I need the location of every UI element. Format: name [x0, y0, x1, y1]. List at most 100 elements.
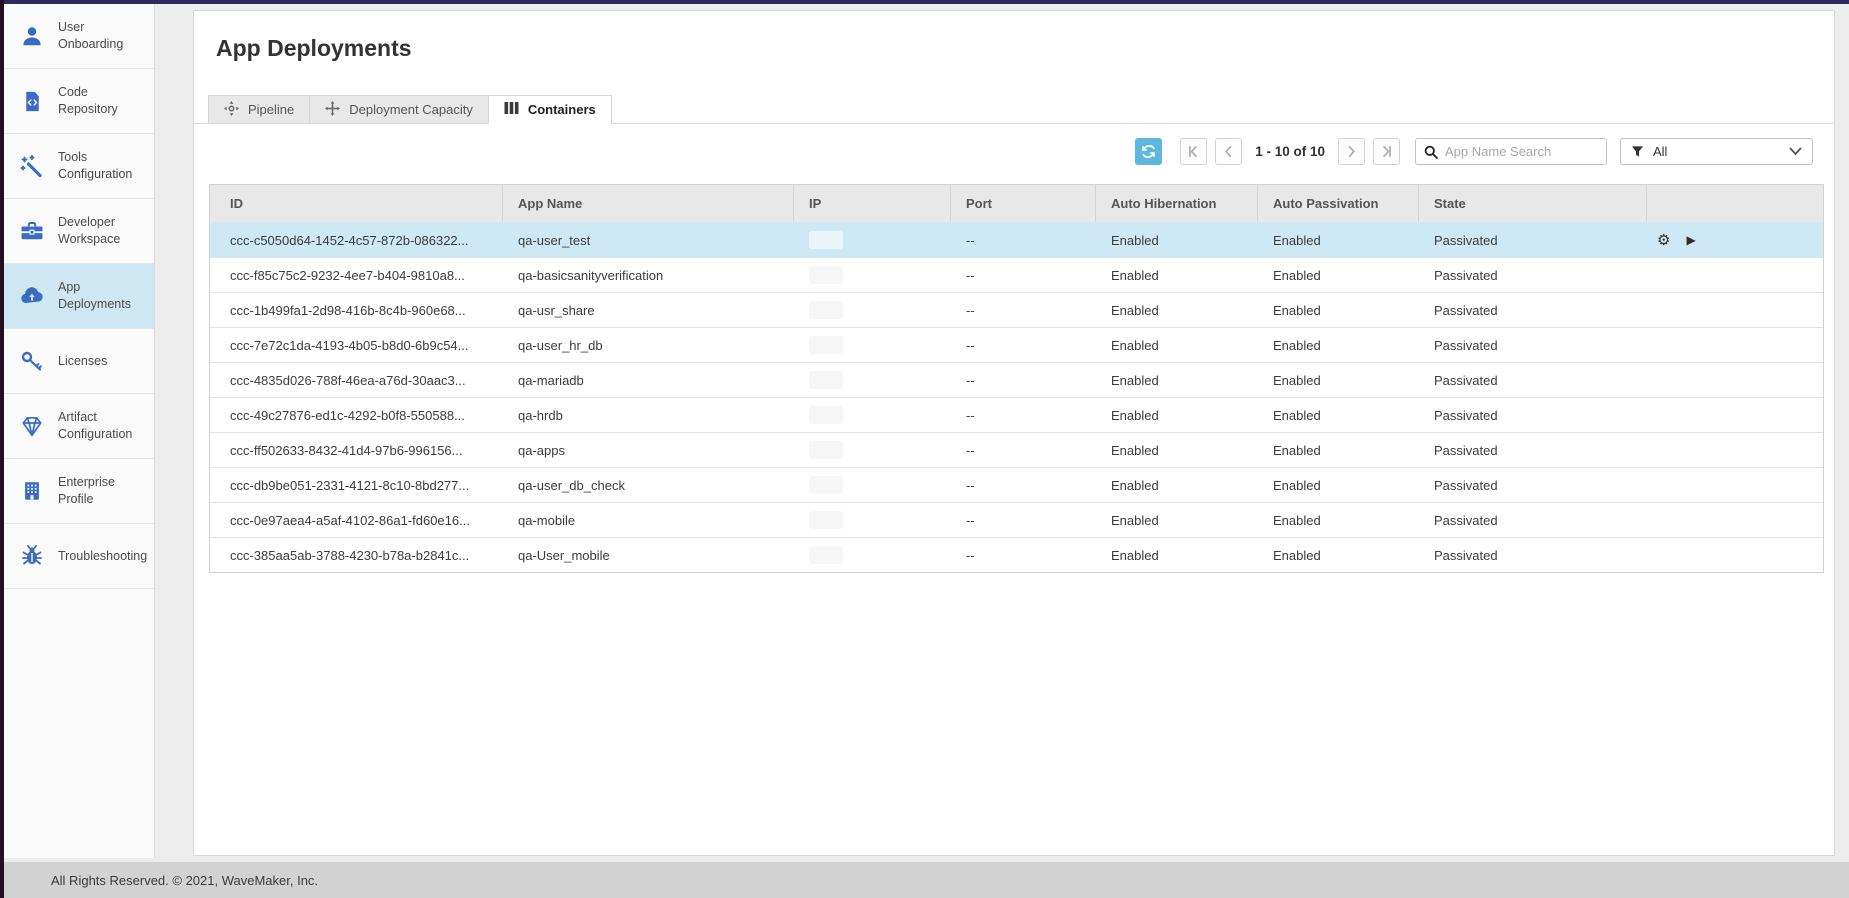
- sidebar-item-tools-configuration[interactable]: Tools Configuration: [4, 134, 154, 199]
- cell-id: ccc-ff502633-8432-41d4-97b6-996156...: [210, 433, 503, 467]
- last-page-button[interactable]: [1373, 138, 1400, 165]
- key-icon: [19, 348, 45, 374]
- table-row[interactable]: ccc-f85c75c2-9232-4ee7-b404-9810a8...qa-…: [210, 257, 1823, 292]
- column-header-state: State: [1419, 185, 1647, 222]
- table-row[interactable]: ccc-ff502633-8432-41d4-97b6-996156...qa-…: [210, 432, 1823, 467]
- cell-actions: [1647, 258, 1823, 292]
- sidebar-item-developer-workspace[interactable]: Developer Workspace: [4, 199, 154, 264]
- sidebar-item-code-repository[interactable]: Code Repository: [4, 69, 154, 134]
- ip-empty-indicator: [809, 476, 843, 494]
- cell-ip: [794, 398, 951, 432]
- settings-gear-icon[interactable]: ⚙: [1657, 233, 1670, 248]
- filter-selected-value: All: [1653, 144, 1667, 159]
- cell-auto-passivation: Enabled: [1258, 538, 1419, 572]
- first-page-button[interactable]: [1180, 138, 1207, 165]
- cell-state: Passivated: [1419, 503, 1647, 537]
- containers-table: ID App Name IP Port Auto Hibernation Aut…: [209, 184, 1824, 573]
- table-row[interactable]: ccc-1b499fa1-2d98-416b-8c4b-960e68...qa-…: [210, 292, 1823, 327]
- column-header-port: Port: [951, 185, 1096, 222]
- tab-pipeline[interactable]: Pipeline: [208, 95, 309, 124]
- cell-port: --: [951, 328, 1096, 362]
- tab-label: Pipeline: [248, 102, 294, 117]
- cell-auto-hibernation: Enabled: [1096, 328, 1258, 362]
- cell-auto-hibernation: Enabled: [1096, 538, 1258, 572]
- cell-app-name: qa-mobile: [503, 503, 794, 537]
- cell-port: --: [951, 293, 1096, 327]
- column-header-id: ID: [210, 185, 503, 222]
- cell-ip: [794, 293, 951, 327]
- previous-page-button[interactable]: [1215, 138, 1242, 165]
- cell-id: ccc-db9be051-2331-4121-8c10-8bd277...: [210, 468, 503, 502]
- sidebar-item-app-deployments[interactable]: App Deployments: [4, 264, 154, 329]
- cell-ip: [794, 258, 951, 292]
- cell-state: Passivated: [1419, 363, 1647, 397]
- ip-empty-indicator: [809, 266, 843, 284]
- search-icon: [1424, 145, 1438, 159]
- cell-auto-hibernation: Enabled: [1096, 503, 1258, 537]
- next-page-button[interactable]: [1338, 138, 1365, 165]
- cell-id: ccc-1b499fa1-2d98-416b-8c4b-960e68...: [210, 293, 503, 327]
- column-header-auto-hibernation: Auto Hibernation: [1096, 185, 1258, 222]
- cell-id: ccc-f85c75c2-9232-4ee7-b404-9810a8...: [210, 258, 503, 292]
- cell-actions: [1647, 538, 1823, 572]
- table-row[interactable]: ccc-49c27876-ed1c-4292-b0f8-550588...qa-…: [210, 397, 1823, 432]
- filter-dropdown[interactable]: All: [1620, 138, 1813, 165]
- table-row[interactable]: ccc-c5050d64-1452-4c57-872b-086322...qa-…: [210, 222, 1823, 257]
- cell-id: ccc-49c27876-ed1c-4292-b0f8-550588...: [210, 398, 503, 432]
- run-play-icon[interactable]: ▶: [1686, 234, 1695, 246]
- cell-auto-hibernation: Enabled: [1096, 258, 1258, 292]
- table-body: ccc-c5050d64-1452-4c57-872b-086322...qa-…: [210, 222, 1823, 572]
- sidebar-item-enterprise-profile[interactable]: Enterprise Profile: [4, 459, 154, 524]
- table-row[interactable]: ccc-7e72c1da-4193-4b05-b8d0-6b9c54...qa-…: [210, 327, 1823, 362]
- cell-port: --: [951, 363, 1096, 397]
- sidebar-item-label: Tools Configuration: [58, 149, 148, 183]
- cell-app-name: qa-user_db_check: [503, 468, 794, 502]
- sidebar-item-artifact-configuration[interactable]: Artifact Configuration: [4, 394, 154, 459]
- cell-id: ccc-385aa5ab-3788-4230-b78a-b2841c...: [210, 538, 503, 572]
- cell-auto-hibernation: Enabled: [1096, 223, 1258, 257]
- cell-actions: [1647, 293, 1823, 327]
- cell-auto-hibernation: Enabled: [1096, 363, 1258, 397]
- table-header: ID App Name IP Port Auto Hibernation Aut…: [210, 185, 1823, 222]
- sidebar-item-licenses[interactable]: Licenses: [4, 329, 154, 394]
- sidebar-item-user-onboarding[interactable]: User Onboarding: [4, 4, 154, 69]
- copyright-text: All Rights Reserved. © 2021, WaveMaker, …: [51, 873, 318, 888]
- tab-bar: Pipeline Deployment Capacity Containers: [208, 95, 612, 124]
- table-row[interactable]: ccc-385aa5ab-3788-4230-b78a-b2841c...qa-…: [210, 537, 1823, 572]
- cell-actions: [1647, 468, 1823, 502]
- cell-port: --: [951, 258, 1096, 292]
- cell-id: ccc-c5050d64-1452-4c57-872b-086322...: [210, 223, 503, 257]
- cell-auto-passivation: Enabled: [1258, 398, 1419, 432]
- cell-id: ccc-7e72c1da-4193-4b05-b8d0-6b9c54...: [210, 328, 503, 362]
- ip-empty-indicator: [809, 371, 843, 389]
- sidebar-item-label: Developer Workspace: [58, 214, 148, 248]
- ip-empty-indicator: [809, 511, 843, 529]
- sidebar-item-label: Code Repository: [58, 84, 148, 118]
- cell-auto-passivation: Enabled: [1258, 503, 1419, 537]
- main-panel: App Deployments Pipeline Deployment Capa…: [193, 10, 1835, 856]
- cell-ip: [794, 538, 951, 572]
- sidebar-item-label: Licenses: [58, 353, 107, 370]
- table-row[interactable]: ccc-db9be051-2331-4121-8c10-8bd277...qa-…: [210, 467, 1823, 502]
- user-icon: [19, 23, 45, 49]
- cell-ip: [794, 363, 951, 397]
- sidebar-item-label: App Deployments: [58, 279, 148, 313]
- cell-app-name: qa-user_test: [503, 223, 794, 257]
- sidebar-item-label: User Onboarding: [58, 19, 148, 53]
- refresh-button[interactable]: [1135, 138, 1162, 165]
- tab-deployment-capacity[interactable]: Deployment Capacity: [309, 95, 488, 124]
- table-row[interactable]: ccc-0e97aea4-a5af-4102-86a1-fd60e16...qa…: [210, 502, 1823, 537]
- sidebar-item-troubleshooting[interactable]: Troubleshooting: [4, 524, 154, 589]
- column-header-ip: IP: [794, 185, 951, 222]
- cell-port: --: [951, 468, 1096, 502]
- column-header-app-name: App Name: [503, 185, 794, 222]
- toolbox-icon: [19, 218, 45, 244]
- search-input[interactable]: [1416, 139, 1606, 164]
- ip-empty-indicator: [809, 441, 843, 459]
- tab-containers[interactable]: Containers: [488, 95, 612, 124]
- code-file-icon: [19, 88, 45, 114]
- table-row[interactable]: ccc-4835d026-788f-46ea-a76d-30aac3...qa-…: [210, 362, 1823, 397]
- building-icon: [19, 478, 45, 504]
- magic-wand-icon: [19, 153, 45, 179]
- cell-auto-passivation: Enabled: [1258, 223, 1419, 257]
